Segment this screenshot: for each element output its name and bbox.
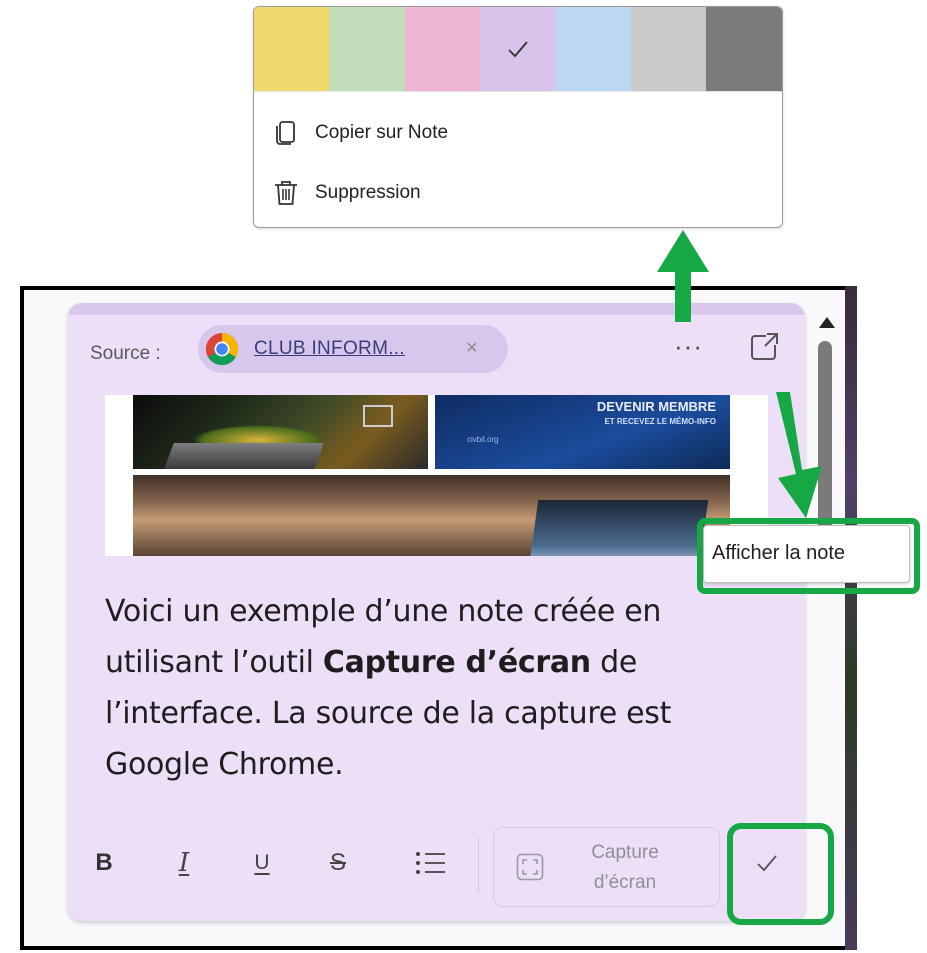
color-swatch-yellow[interactable] bbox=[254, 7, 330, 91]
note-line-2: utilisant l’outil Capture d’écran de bbox=[105, 637, 745, 688]
screen-capture-label: Capture d’écran bbox=[570, 838, 680, 898]
note-body-text[interactable]: Voici un exemple d’une note créée en uti… bbox=[105, 586, 745, 790]
delete-menu-item[interactable]: Suppression bbox=[254, 163, 782, 223]
banner-subtitle: ET RECEVEZ LE MÉMO-INFO bbox=[604, 417, 716, 426]
list-icon bbox=[416, 852, 445, 874]
color-swatch-dark-gray[interactable] bbox=[706, 7, 782, 91]
screen-capture-button[interactable]: Capture d’écran bbox=[493, 827, 720, 907]
source-chip[interactable]: CLUB INFORM... × bbox=[198, 325, 508, 373]
background-window-edge bbox=[845, 286, 857, 950]
bullet-list-button[interactable] bbox=[410, 840, 450, 886]
banner-site: civbil.org bbox=[467, 435, 499, 444]
sticky-note: Source : CLUB INFORM... × ··· DEVENIR ME… bbox=[68, 303, 805, 921]
note-line-2-end: de bbox=[590, 645, 637, 680]
note-bold-phrase: Capture d’écran bbox=[322, 645, 591, 680]
banner-title: DEVENIR MEMBRE bbox=[596, 399, 716, 414]
membership-banner: DEVENIR MEMBRE ET RECEVEZ LE MÉMO-INFO c… bbox=[435, 395, 730, 469]
toolbar-separator bbox=[478, 838, 479, 892]
strikethrough-button[interactable]: S bbox=[318, 840, 358, 886]
italic-button[interactable]: I bbox=[164, 840, 204, 886]
open-note-icon[interactable] bbox=[746, 329, 782, 365]
copy-to-note-menu-item[interactable]: Copier sur Note bbox=[254, 103, 782, 163]
down-arrow-annotation-icon bbox=[776, 392, 822, 518]
up-arrow-annotation-icon bbox=[657, 230, 709, 322]
note-context-menu: Copier sur Note Suppression bbox=[253, 6, 783, 228]
underline-button[interactable]: U bbox=[244, 840, 280, 886]
source-link[interactable]: CLUB INFORM... bbox=[254, 338, 405, 360]
copy-icon bbox=[276, 121, 295, 145]
chrome-icon bbox=[205, 332, 239, 366]
books-laptop-image bbox=[133, 475, 730, 556]
color-swatch-pink[interactable] bbox=[404, 7, 481, 91]
color-swatch-blue[interactable] bbox=[555, 7, 631, 91]
note-line-2-start: utilisant l’outil bbox=[105, 645, 323, 680]
tooltip-highlight-box bbox=[697, 518, 920, 594]
source-label: Source : bbox=[90, 343, 161, 364]
laptop-screen bbox=[527, 500, 709, 556]
screen-capture-icon bbox=[516, 853, 544, 881]
note-line-1: Voici un exemple d’une note créée en bbox=[105, 594, 662, 629]
capture-label-line-1: Capture bbox=[591, 842, 659, 863]
trash-icon bbox=[275, 181, 297, 205]
note-line-3: l’interface. La source de la capture est bbox=[105, 696, 672, 731]
more-options-button[interactable]: ··· bbox=[674, 331, 703, 362]
selected-checkmark-icon bbox=[508, 41, 528, 58]
scroll-up-arrow-icon[interactable] bbox=[817, 313, 837, 331]
remove-source-button[interactable]: × bbox=[466, 337, 478, 360]
copy-to-note-label: Copier sur Note bbox=[315, 122, 449, 143]
color-swatch-green[interactable] bbox=[329, 7, 405, 91]
bold-button[interactable]: B bbox=[88, 840, 120, 886]
color-swatch-row bbox=[254, 7, 782, 92]
laptop-image bbox=[133, 395, 428, 469]
captured-screenshot-image: DEVENIR MEMBRE ET RECEVEZ LE MÉMO-INFO c… bbox=[105, 395, 768, 556]
confirm-highlight-box bbox=[727, 823, 834, 925]
delete-label: Suppression bbox=[315, 182, 421, 203]
color-swatch-purple[interactable] bbox=[480, 7, 556, 91]
capture-label-line-2: d’écran bbox=[593, 872, 657, 893]
note-line-4: Google Chrome. bbox=[105, 747, 344, 782]
color-swatch-light-gray[interactable] bbox=[630, 7, 707, 91]
